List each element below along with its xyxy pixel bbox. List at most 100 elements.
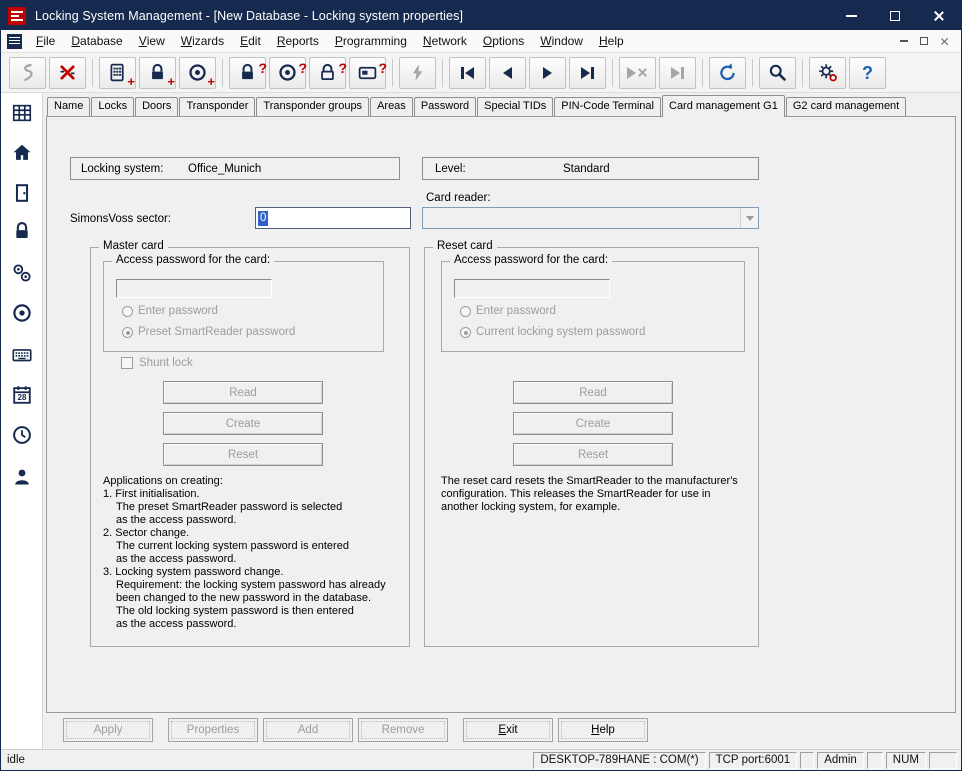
read-card-icon: ?: [357, 62, 378, 83]
toolbar-button-search[interactable]: [759, 57, 796, 89]
maximize-button[interactable]: [873, 1, 917, 30]
toolbar-button-program[interactable]: [399, 57, 436, 89]
master-access-password-group: Access password for the card: Enter pass…: [103, 261, 384, 352]
menu-database[interactable]: Database: [63, 30, 130, 52]
toolbar-button-help[interactable]: ?: [849, 57, 886, 89]
tab-strip: Name Locks Doors Transponder Transponder…: [47, 95, 907, 117]
reset-reset-button[interactable]: Reset: [513, 443, 673, 466]
sidebar-clock-icon[interactable]: [10, 423, 34, 447]
master-preset-password-radio[interactable]: [122, 327, 133, 338]
properties-button[interactable]: Properties: [168, 718, 258, 742]
menu-view[interactable]: View: [131, 30, 173, 52]
sidebar-calendar-icon[interactable]: 28: [10, 383, 34, 407]
reset-enter-password-radio[interactable]: [460, 306, 471, 317]
toolbar-button-add-pin-code-terminal[interactable]: +: [99, 57, 136, 89]
tab-transponder[interactable]: Transponder: [179, 97, 255, 116]
toolbar-button-read-card[interactable]: ?: [349, 57, 386, 89]
status-num-lock: NUM: [886, 752, 926, 769]
remove-button[interactable]: Remove: [358, 718, 448, 742]
sidebar-user-icon[interactable]: [10, 465, 34, 489]
help-button[interactable]: Help: [558, 718, 648, 742]
master-enter-password-radio[interactable]: [122, 306, 133, 317]
title-bar: Locking System Management - [New Databas…: [1, 1, 961, 30]
reset-card-info-text: The reset card resets the SmartReader to…: [441, 475, 753, 514]
mdi-minimize-button[interactable]: [900, 40, 908, 42]
close-button[interactable]: [917, 1, 961, 30]
combo-dropdown-button[interactable]: [740, 208, 758, 228]
reset-enter-password-label: Enter password: [476, 305, 556, 317]
toolbar-button-next-record[interactable]: [529, 57, 566, 89]
toolbar-button-next-deactivated[interactable]: [619, 57, 656, 89]
reset-current-password-radio[interactable]: [460, 327, 471, 338]
menu-edit[interactable]: Edit: [232, 30, 269, 52]
toolbar-button-refresh[interactable]: [709, 57, 746, 89]
toolbar-button-add-transponder[interactable]: +: [179, 57, 216, 89]
master-create-button[interactable]: Create: [163, 412, 323, 435]
menu-reports[interactable]: Reports: [269, 30, 327, 52]
toolbar-button-last-record[interactable]: [569, 57, 606, 89]
level-box: Level: Standard: [422, 157, 759, 180]
sidebar-transponder-group-icon[interactable]: [10, 261, 34, 285]
toolbar-button-read-transponder[interactable]: ?: [269, 57, 306, 89]
first-record-icon: [461, 67, 474, 79]
menu-options[interactable]: Options: [475, 30, 532, 52]
toolbar-button-disconnect[interactable]: [49, 57, 86, 89]
master-reset-button[interactable]: Reset: [163, 443, 323, 466]
tab-special-tids[interactable]: Special TIDs: [477, 97, 553, 116]
add-button[interactable]: Add: [263, 718, 353, 742]
master-enter-password-label: Enter password: [138, 305, 218, 317]
shunt-lock-checkbox[interactable]: [121, 357, 133, 369]
toolbar-button-add-lock[interactable]: +: [139, 57, 176, 89]
master-access-password-title: Access password for the card:: [112, 254, 274, 266]
status-spacer: [867, 752, 883, 769]
menu-window[interactable]: Window: [532, 30, 591, 52]
tab-card-management-g1[interactable]: Card management G1: [662, 95, 785, 117]
toolbar-button-previous-record[interactable]: [489, 57, 526, 89]
sidebar-home-icon[interactable]: [10, 141, 34, 165]
shunt-lock-label: Shunt lock: [139, 357, 193, 369]
exit-button[interactable]: Exit: [463, 718, 553, 742]
reset-card-group-title: Reset card: [433, 240, 497, 252]
menu-help[interactable]: Help: [591, 30, 632, 52]
toolbar-button-options[interactable]: [809, 57, 846, 89]
tab-g2-card-management[interactable]: G2 card management: [786, 97, 906, 116]
toolbar-separator: [752, 59, 753, 87]
locking-system-value: Office_Munich: [188, 163, 261, 175]
toolbar-separator: [442, 59, 443, 87]
toolbar-button-read-lock-g2[interactable]: ?: [309, 57, 346, 89]
tab-areas[interactable]: Areas: [370, 97, 413, 116]
toolbar-button-first-record[interactable]: [449, 57, 486, 89]
tab-transponder-groups[interactable]: Transponder groups: [256, 97, 369, 116]
toolbar-button-read-lock[interactable]: ?: [229, 57, 266, 89]
toolbar-button-transmit[interactable]: [9, 57, 46, 89]
sidebar-lock-icon[interactable]: [10, 219, 34, 243]
sidebar-matrix-icon[interactable]: [10, 101, 34, 125]
menu-programming[interactable]: Programming: [327, 30, 415, 52]
sidebar-keyboard-icon[interactable]: [10, 343, 34, 367]
master-read-button[interactable]: Read: [163, 381, 323, 404]
tab-name[interactable]: Name: [47, 97, 90, 116]
sidebar-door-icon[interactable]: [10, 181, 34, 205]
sidebar-transponder-icon[interactable]: [10, 301, 34, 325]
reset-read-button[interactable]: Read: [513, 381, 673, 404]
card-reader-select[interactable]: [422, 207, 759, 229]
disconnect-icon: [57, 62, 78, 83]
sector-input[interactable]: 0: [255, 207, 411, 229]
menu-file[interactable]: File: [28, 30, 63, 52]
previous-record-icon: [503, 67, 512, 79]
minimize-button[interactable]: [829, 1, 873, 30]
tab-password[interactable]: Password: [414, 97, 476, 116]
master-password-input[interactable]: [116, 279, 272, 298]
apply-button[interactable]: Apply: [63, 718, 153, 742]
tab-pin-code-terminal[interactable]: PIN-Code Terminal: [554, 97, 661, 116]
mdi-close-button[interactable]: [940, 37, 949, 46]
menu-wizards[interactable]: Wizards: [173, 30, 232, 52]
reset-create-button[interactable]: Create: [513, 412, 673, 435]
menu-network[interactable]: Network: [415, 30, 475, 52]
tab-doors[interactable]: Doors: [135, 97, 178, 116]
toolbar-button-last-deactivated[interactable]: [659, 57, 696, 89]
reset-password-input[interactable]: [454, 279, 610, 298]
master-card-group: Master card Access password for the card…: [90, 247, 410, 647]
tab-locks[interactable]: Locks: [91, 97, 134, 116]
mdi-restore-button[interactable]: [920, 37, 928, 45]
